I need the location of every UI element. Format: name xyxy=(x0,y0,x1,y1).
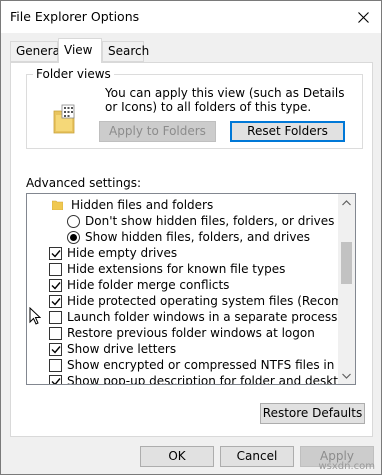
apply-to-folders-button[interactable]: Apply to Folders xyxy=(99,121,216,142)
checkbox-hide-extensions[interactable] xyxy=(49,262,62,276)
list-item-launch-separate-process[interactable]: Launch folder windows in a separate proc… xyxy=(49,309,355,325)
radio-dont-show-hidden[interactable] xyxy=(67,214,80,228)
list-item-label: Show pop-up description for folder and d… xyxy=(67,374,355,385)
tab-view[interactable]: View xyxy=(58,38,102,63)
file-explorer-options-dialog: File Explorer Options General View Searc… xyxy=(0,0,382,475)
reset-folders-button[interactable]: Reset Folders xyxy=(230,121,345,142)
chevron-up-icon xyxy=(342,199,351,205)
folder-view-icon xyxy=(53,104,75,134)
restore-defaults-button[interactable]: Restore Defaults xyxy=(260,403,365,424)
list-item-label: Don't show hidden files, folders, or dri… xyxy=(85,214,335,228)
list-item-hidden-files-folders: Hidden files and folders xyxy=(52,197,355,213)
advanced-settings-label: Advanced settings: xyxy=(26,176,141,190)
checkbox-show-popup-description[interactable] xyxy=(49,374,62,384)
folder-icon xyxy=(52,200,63,210)
list-item-label: Show encrypted or compressed NTFS files … xyxy=(67,358,356,372)
radio-show-hidden[interactable] xyxy=(67,230,80,244)
window-title: File Explorer Options xyxy=(10,9,140,24)
list-item-label: Hide empty drives xyxy=(67,246,178,260)
list-item-dont-show-hidden[interactable]: Don't show hidden files, folders, or dri… xyxy=(67,213,355,229)
list-item-label: Show hidden files, folders, and drives xyxy=(85,230,311,244)
watermark: wsxdn.com xyxy=(318,461,375,472)
scroll-down-button[interactable] xyxy=(338,367,355,384)
folder-views-legend: Folder views xyxy=(33,67,114,81)
list-item-label: Hide folder merge conflicts xyxy=(67,278,230,292)
checkbox-show-drive-letters[interactable] xyxy=(49,342,62,356)
list-item-label: Hide extensions for known file types xyxy=(67,262,286,276)
checkbox-restore-previous-windows[interactable] xyxy=(49,326,62,340)
tab-general[interactable]: General xyxy=(10,41,63,62)
chevron-down-icon xyxy=(342,373,351,379)
checkbox-launch-separate-process[interactable] xyxy=(49,310,62,324)
advanced-settings-list[interactable]: Hidden files and folders Don't show hidd… xyxy=(26,193,356,385)
list-item-show-popup-description[interactable]: Show pop-up description for folder and d… xyxy=(49,373,355,385)
checkbox-hide-merge-conflicts[interactable] xyxy=(49,278,62,292)
mouse-cursor-icon xyxy=(29,307,41,325)
checkbox-hide-empty-drives[interactable] xyxy=(49,246,62,260)
list-item-label: Launch folder windows in a separate proc… xyxy=(67,310,338,324)
close-icon xyxy=(357,11,369,23)
list-item-show-hidden[interactable]: Show hidden files, folders, and drives xyxy=(67,229,355,245)
folder-views-group: Folder views You can apply this view (su… xyxy=(26,67,363,149)
ok-button[interactable]: OK xyxy=(140,446,214,467)
list-item-hide-empty-drives[interactable]: Hide empty drives xyxy=(49,245,355,261)
cancel-button[interactable]: Cancel xyxy=(220,446,294,467)
list-item-hide-protected-files[interactable]: Hide protected operating system files (R… xyxy=(49,293,355,309)
list-item-hide-merge-conflicts[interactable]: Hide folder merge conflicts xyxy=(49,277,355,293)
list-item-label: Hidden files and folders xyxy=(71,198,214,212)
view-tab-panel: Folder views You can apply this view (su… xyxy=(10,62,373,437)
list-item-restore-previous-windows[interactable]: Restore previous folder windows at logon xyxy=(49,325,355,341)
list-item-show-encrypted-color[interactable]: Show encrypted or compressed NTFS files … xyxy=(49,357,356,373)
list-item-show-drive-letters[interactable]: Show drive letters xyxy=(49,341,355,357)
checkbox-hide-protected-files[interactable] xyxy=(49,294,62,308)
close-button[interactable] xyxy=(351,5,375,29)
list-item-label: Restore previous folder windows at logon xyxy=(67,326,315,340)
list-item-label: Hide protected operating system files (R… xyxy=(67,294,355,308)
checkbox-show-encrypted-color[interactable] xyxy=(49,358,62,372)
vertical-scrollbar[interactable] xyxy=(338,194,355,384)
title-bar[interactable]: File Explorer Options xyxy=(1,1,381,33)
scroll-thumb[interactable] xyxy=(341,242,352,284)
list-item-hide-extensions[interactable]: Hide extensions for known file types xyxy=(49,261,355,277)
tab-search[interactable]: Search xyxy=(102,41,149,62)
list-item-label: Show drive letters xyxy=(67,342,177,356)
folder-views-description: You can apply this view (such as Details… xyxy=(105,86,345,114)
scroll-up-button[interactable] xyxy=(338,194,355,211)
